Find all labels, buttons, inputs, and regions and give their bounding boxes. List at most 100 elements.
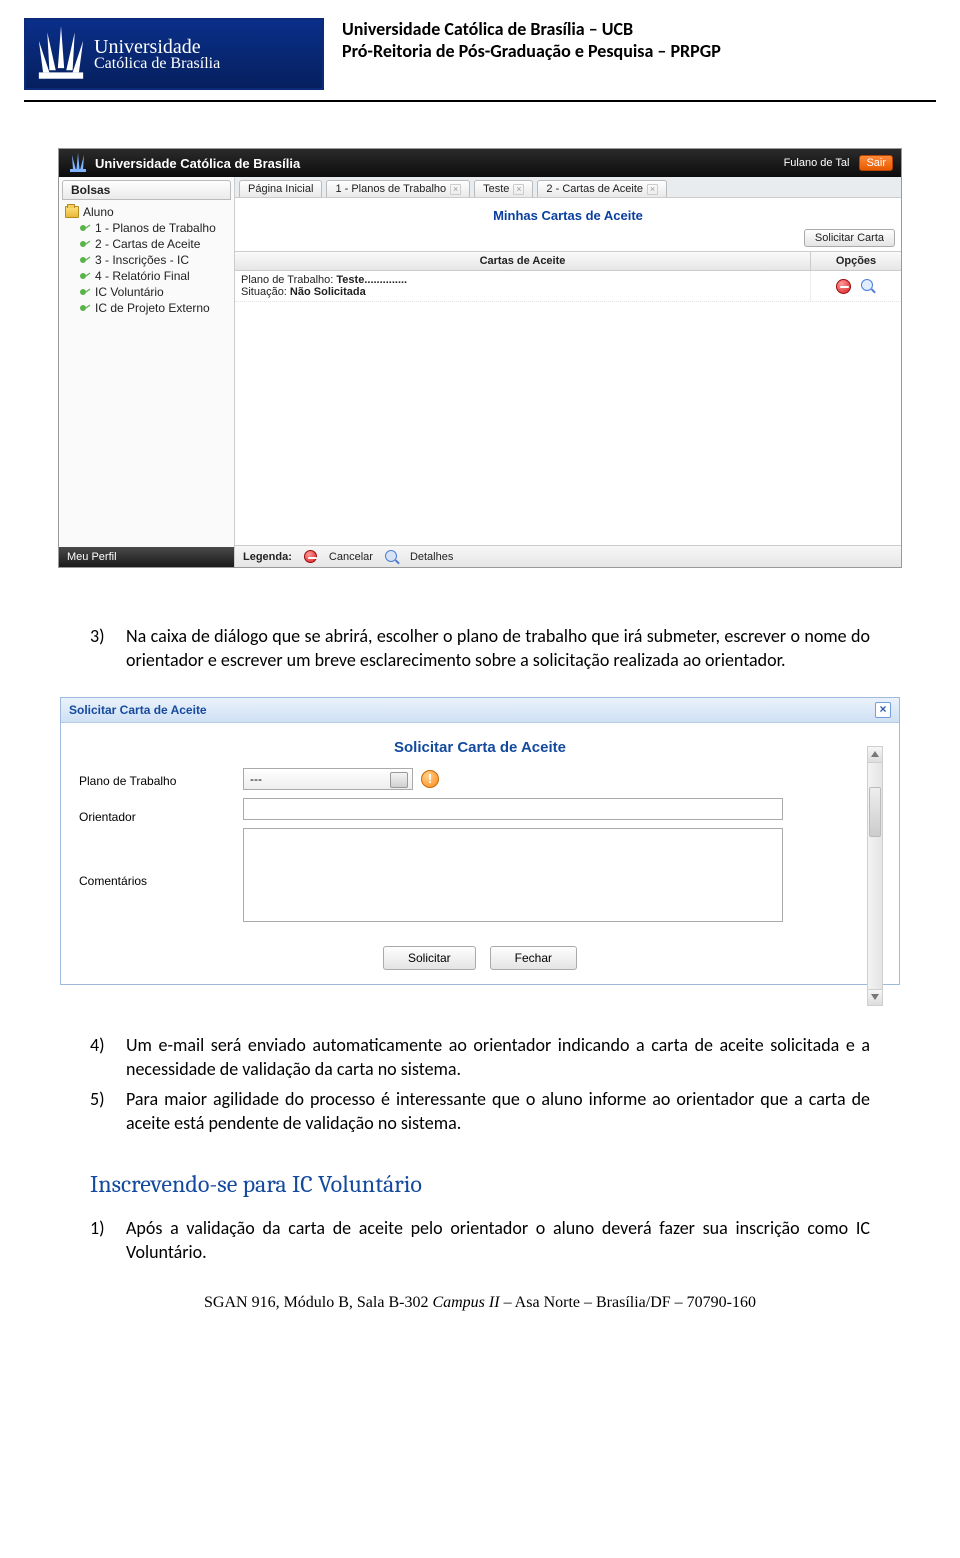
- app-topbar: Universidade Católica de Brasília Fulano…: [59, 149, 901, 177]
- fechar-button[interactable]: Fechar: [490, 946, 577, 970]
- leaf-icon: [79, 302, 91, 314]
- dialog-labels: Plano de Trabalho Orientador Comentários: [79, 768, 229, 930]
- footer-part-a: SGAN 916, Módulo B, Sala B-302: [204, 1294, 432, 1311]
- close-icon[interactable]: ×: [875, 702, 891, 718]
- details-icon[interactable]: [861, 279, 876, 294]
- logout-button[interactable]: Sair: [859, 155, 893, 171]
- list-number: 5): [90, 1087, 118, 1136]
- doc-paragraph-4-5: 4) Um e-mail será enviado automaticament…: [90, 1033, 870, 1136]
- legend-cancel: Cancelar: [329, 551, 373, 563]
- tab-label: Página Inicial: [248, 183, 313, 195]
- logo-line2: Católica de Brasília: [94, 55, 220, 73]
- row-content: Plano de Trabalho: Teste.............. S…: [235, 271, 811, 301]
- cathedral-icon: [34, 26, 88, 84]
- tree-item[interactable]: 1 - Planos de Trabalho: [65, 220, 230, 236]
- page-footer: SGAN 916, Módulo B, Sala B-302 Campus II…: [0, 1294, 960, 1312]
- dialog-title: Solicitar Carta de Aceite: [69, 703, 875, 717]
- legend-details: Detalhes: [410, 551, 453, 563]
- leaf-icon: [79, 238, 91, 250]
- tab-cartas-aceite[interactable]: 2 - Cartas de Aceite ×: [537, 180, 667, 197]
- tab-teste[interactable]: Teste ×: [474, 180, 533, 197]
- label-comentarios: Comentários: [79, 874, 229, 888]
- tab-label: Teste: [483, 183, 509, 195]
- chevron-down-icon: [395, 777, 403, 782]
- scroll-down-icon[interactable]: [868, 989, 882, 1005]
- tree-root-label: Aluno: [83, 205, 114, 219]
- header-divider: [24, 100, 936, 102]
- tree-item-label: IC de Projeto Externo: [95, 301, 210, 315]
- list-number: 4): [90, 1033, 118, 1082]
- doc-paragraph-1: 1) Após a validação da carta de aceite p…: [90, 1216, 870, 1265]
- row-situacao-label: Situação:: [241, 286, 290, 298]
- select-value: ---: [250, 772, 262, 786]
- tree-item-label: 2 - Cartas de Aceite: [95, 237, 200, 251]
- row-situacao-value: Não Solicitada: [290, 286, 366, 298]
- close-icon[interactable]: ×: [647, 184, 658, 195]
- tree-item-label: IC Voluntário: [95, 285, 164, 299]
- row-plano-value: Teste..............: [336, 274, 407, 286]
- section-heading: Inscrevendo-se para IC Voluntário: [90, 1170, 870, 1198]
- dialog-subtitle: Solicitar Carta de Aceite: [61, 723, 899, 768]
- scroll-up-icon[interactable]: [868, 747, 882, 763]
- warning-icon: !: [421, 770, 439, 788]
- tree-item[interactable]: 3 - Inscrições - IC: [65, 252, 230, 268]
- list-number: 3): [90, 624, 118, 673]
- footer-part-b: Campus II: [432, 1294, 499, 1311]
- leaf-icon: [79, 254, 91, 266]
- header-titles: Universidade Católica de Brasília – UCB …: [342, 18, 936, 62]
- grid-header: Cartas de Aceite Opções: [235, 251, 901, 271]
- tree-item[interactable]: 2 - Cartas de Aceite: [65, 236, 230, 252]
- tabstrip: Página Inicial 1 - Planos de Trabalho × T…: [235, 177, 901, 198]
- app-brand: Universidade Católica de Brasília: [95, 156, 784, 171]
- leaf-icon: [79, 270, 91, 282]
- list-text: Na caixa de diálogo que se abrirá, escol…: [126, 624, 870, 673]
- scroll-thumb[interactable]: [869, 787, 881, 837]
- grid-body: Plano de Trabalho: Teste.............. S…: [235, 271, 901, 545]
- row-plano-label: Plano de Trabalho:: [241, 274, 336, 286]
- list-text: Um e-mail será enviado automaticamente a…: [126, 1033, 870, 1082]
- header-title-1: Universidade Católica de Brasília – UCB: [342, 18, 936, 40]
- table-row: Plano de Trabalho: Teste.............. S…: [235, 271, 901, 302]
- ucb-logo: Universidade Católica de Brasília: [24, 18, 324, 90]
- dialog-titlebar: Solicitar Carta de Aceite ×: [61, 698, 899, 723]
- tab-label: 2 - Cartas de Aceite: [546, 183, 643, 195]
- legend-label: Legenda:: [243, 551, 292, 563]
- grid-header-opcoes: Opções: [811, 252, 901, 270]
- panel-title: Minhas Cartas de Aceite: [235, 198, 901, 229]
- cancel-icon[interactable]: [836, 279, 851, 294]
- plano-select[interactable]: ---: [243, 768, 413, 790]
- comentarios-textarea[interactable]: [243, 828, 783, 922]
- list-text: Após a validação da carta de aceite pelo…: [126, 1216, 870, 1265]
- header-title-2: Pró-Reitoria de Pós-Graduação e Pesquisa…: [342, 40, 936, 62]
- solicitar-carta-button[interactable]: Solicitar Carta: [804, 229, 895, 247]
- doc-paragraph-3: 3) Na caixa de diálogo que se abrirá, es…: [90, 624, 870, 673]
- sidebar-tab-bolsas[interactable]: Bolsas: [62, 180, 231, 200]
- tab-label: 1 - Planos de Trabalho: [335, 183, 446, 195]
- page-header: Universidade Católica de Brasília Univer…: [0, 0, 960, 98]
- main-panel: Página Inicial 1 - Planos de Trabalho × T…: [235, 177, 901, 567]
- details-icon: [385, 550, 398, 563]
- label-plano: Plano de Trabalho: [79, 774, 229, 788]
- cancel-icon: [304, 550, 317, 563]
- list-text: Para maior agilidade do processo é inter…: [126, 1087, 870, 1136]
- close-icon[interactable]: ×: [513, 184, 524, 195]
- dialog-fields: --- !: [243, 768, 881, 930]
- tree-item[interactable]: IC Voluntário: [65, 284, 230, 300]
- sidebar-footer-meu-perfil[interactable]: Meu Perfil: [59, 547, 234, 567]
- tab-planos-trabalho[interactable]: 1 - Planos de Trabalho ×: [326, 180, 470, 197]
- solicitar-button[interactable]: Solicitar: [383, 946, 476, 970]
- legend-bar: Legenda: Cancelar Detalhes: [235, 545, 901, 567]
- tree-item[interactable]: 4 - Relatório Final: [65, 268, 230, 284]
- tab-pagina-inicial[interactable]: Página Inicial: [239, 180, 322, 197]
- tree-item[interactable]: IC de Projeto Externo: [65, 300, 230, 316]
- tree-root-aluno[interactable]: Aluno: [65, 204, 230, 220]
- dialog-screenshot: Solicitar Carta de Aceite × Solicitar Ca…: [60, 697, 900, 985]
- orientador-input[interactable]: [243, 798, 783, 820]
- leaf-icon: [79, 286, 91, 298]
- sidebar: Bolsas Aluno 1 - Planos de Trabalho 2 - …: [59, 177, 235, 567]
- folder-icon: [65, 206, 79, 218]
- list-number: 1): [90, 1216, 118, 1265]
- scrollbar[interactable]: [867, 746, 883, 1006]
- close-icon[interactable]: ×: [450, 184, 461, 195]
- user-name: Fulano de Tal: [784, 157, 850, 169]
